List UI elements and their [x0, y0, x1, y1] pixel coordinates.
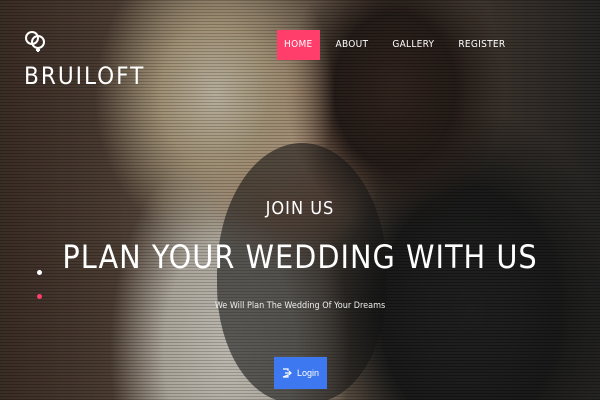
- login-label: Login: [296, 368, 320, 378]
- slide-dot-2[interactable]: [37, 294, 42, 299]
- brand-logo[interactable]: BRUILOFT: [24, 62, 145, 90]
- hero-kicker: JOIN US: [265, 198, 335, 219]
- rings-icon: [25, 31, 45, 52]
- sign-in-icon: [282, 368, 292, 378]
- nav-item-home[interactable]: HOME: [277, 30, 320, 60]
- hero-subtitle: We Will Plan The Wedding Of Your Dreams: [214, 301, 386, 311]
- main-nav: HOME ABOUT GALLERY REGISTER: [277, 30, 521, 60]
- login-button[interactable]: Login: [274, 357, 327, 389]
- nav-item-about[interactable]: ABOUT: [328, 30, 377, 60]
- hero-headline: PLAN YOUR WEDDING WITH US: [62, 238, 538, 276]
- nav-item-gallery[interactable]: GALLERY: [384, 30, 442, 60]
- hero-banner: BRUILOFT HOME ABOUT GALLERY REGISTER JOI…: [0, 0, 600, 400]
- nav-item-register[interactable]: REGISTER: [450, 30, 513, 60]
